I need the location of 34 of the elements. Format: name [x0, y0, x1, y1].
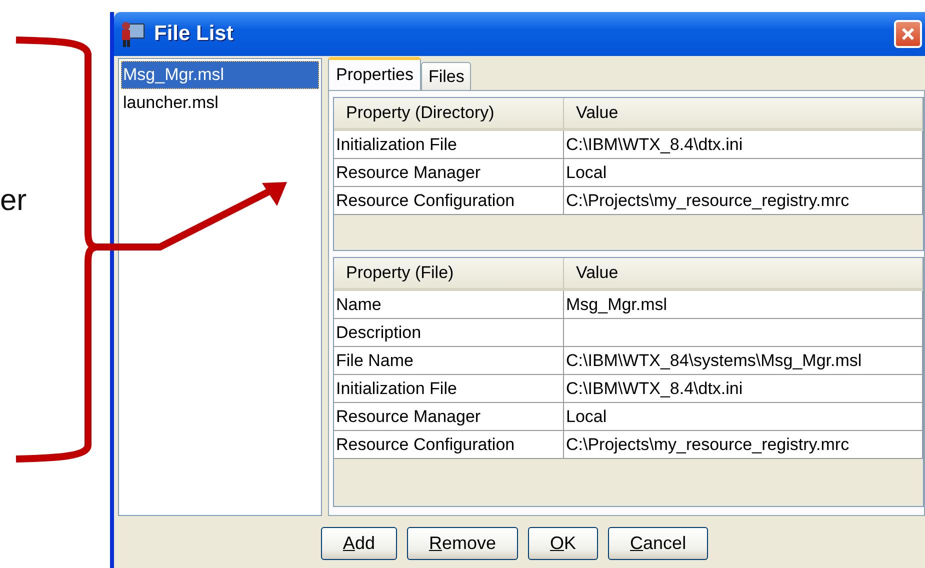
column-header[interactable]: Property (File) [334, 258, 564, 291]
file-list-item[interactable]: launcher.msl [121, 89, 319, 117]
table-cell: Resource Configuration [334, 187, 564, 215]
window-title: File List [154, 22, 234, 46]
table-cell: Msg_Mgr.msl [564, 291, 923, 319]
app-icon [120, 20, 146, 48]
tab[interactable]: Files [421, 62, 472, 90]
close-button[interactable] [894, 20, 922, 48]
table-cell: Resource Manager [334, 159, 564, 187]
table-cell: Local [564, 403, 923, 431]
table-cell: Name [334, 291, 564, 319]
close-icon [900, 26, 916, 42]
dialog-button[interactable]: Remove [406, 526, 518, 560]
dialog-button[interactable]: OK [528, 526, 598, 560]
table-cell: Local [564, 159, 923, 187]
table-cell: Initialization File [334, 375, 564, 403]
column-header[interactable]: Value [564, 98, 923, 131]
dialog-button[interactable]: Add [320, 526, 397, 560]
table-cell: Initialization File [334, 131, 564, 159]
dialog-button[interactable]: Cancel [608, 526, 708, 560]
table-cell: C:\Projects\my_resource_registry.mrc [564, 431, 923, 459]
table-cell: Resource Manager [334, 403, 564, 431]
table-cell: File Name [334, 347, 564, 375]
table-cell: Description [334, 319, 564, 347]
file-list-item[interactable]: Msg_Mgr.msl [121, 61, 319, 89]
table-cell: C:\Projects\my_resource_registry.mrc [564, 187, 923, 215]
slide-text: er [0, 184, 27, 218]
table-cell: C:\IBM\WTX_8.4\dtx.ini [564, 375, 923, 403]
tab[interactable]: Properties [328, 57, 422, 90]
column-header[interactable]: Property (Directory) [334, 98, 564, 131]
column-header[interactable]: Value [564, 258, 923, 291]
table-cell: Resource Configuration [334, 431, 564, 459]
table-cell: C:\IBM\WTX_84\systems\Msg_Mgr.msl [564, 347, 923, 375]
table-cell: C:\IBM\WTX_8.4\dtx.ini [564, 131, 923, 159]
